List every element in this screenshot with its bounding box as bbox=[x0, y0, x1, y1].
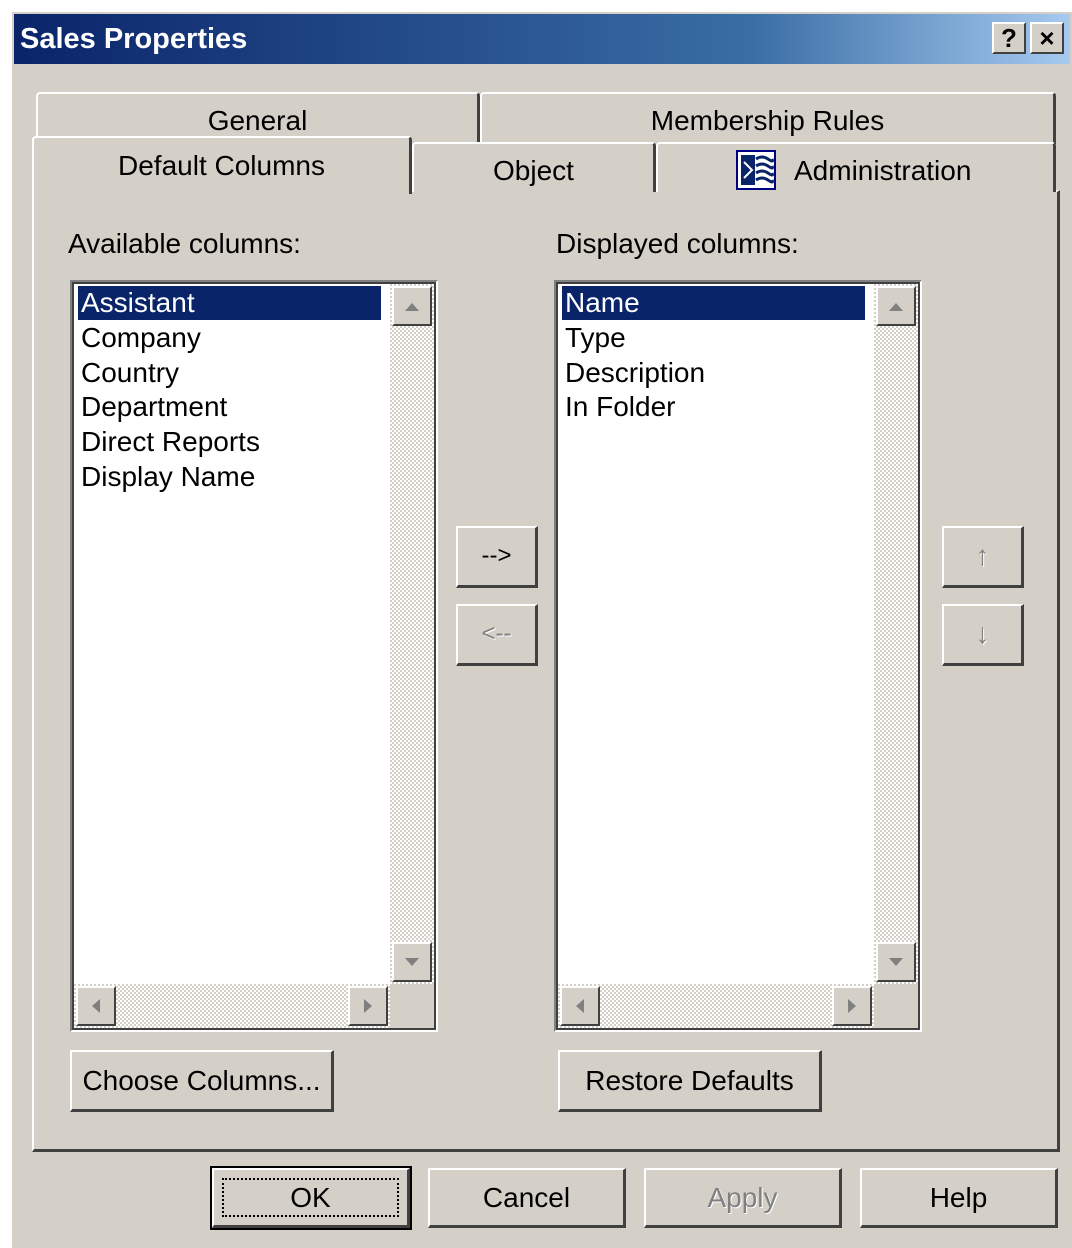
vertical-scrollbar[interactable] bbox=[390, 284, 434, 984]
ok-button[interactable]: OK bbox=[210, 1166, 412, 1230]
list-item[interactable]: Display Name bbox=[78, 460, 255, 494]
arrow-up-icon: ↑ bbox=[975, 540, 990, 571]
scroll-down-button[interactable] bbox=[876, 942, 916, 982]
available-columns-list[interactable]: Assistant Company Country Department Dir… bbox=[70, 280, 438, 1032]
list-item[interactable]: Company bbox=[78, 321, 201, 355]
list-item[interactable]: Assistant bbox=[78, 286, 381, 320]
tab-default-columns[interactable]: Default Columns bbox=[32, 136, 412, 194]
list-item[interactable]: Department bbox=[78, 390, 227, 424]
scroll-left-button[interactable] bbox=[76, 986, 116, 1026]
triangle-left-icon bbox=[576, 999, 584, 1013]
administration-icon bbox=[736, 150, 776, 190]
available-columns-label: Available columns: bbox=[68, 228, 301, 259]
triangle-up-icon bbox=[889, 303, 903, 311]
scroll-up-button[interactable] bbox=[876, 286, 916, 326]
scroll-up-button[interactable] bbox=[392, 286, 432, 326]
triangle-up-icon bbox=[405, 303, 419, 311]
add-column-button[interactable]: --> bbox=[456, 526, 538, 588]
list-item[interactable]: Country bbox=[78, 356, 179, 390]
tab-label: Default Columns bbox=[118, 150, 325, 181]
list-item[interactable]: In Folder bbox=[562, 390, 676, 424]
help-title-button[interactable]: ? bbox=[992, 22, 1026, 54]
title-bar[interactable]: Sales Properties ? × bbox=[14, 14, 1070, 64]
scroll-right-button[interactable] bbox=[348, 986, 388, 1026]
remove-column-button[interactable]: <-- bbox=[456, 604, 538, 666]
help-button[interactable]: Help bbox=[860, 1168, 1058, 1228]
close-button[interactable]: × bbox=[1030, 22, 1064, 54]
tab-label: Object bbox=[493, 155, 574, 186]
tab-label: Membership Rules bbox=[650, 105, 885, 136]
tab-object[interactable]: Object bbox=[412, 142, 656, 192]
scrollbar-corner bbox=[390, 984, 434, 1028]
triangle-down-icon bbox=[405, 958, 419, 966]
arrow-down-icon: ↓ bbox=[975, 618, 990, 649]
triangle-right-icon bbox=[364, 999, 372, 1013]
vertical-scrollbar[interactable] bbox=[874, 284, 918, 984]
tab-label: General bbox=[207, 105, 308, 136]
displayed-columns-list[interactable]: Name Type Description In Folder bbox=[554, 280, 922, 1032]
displayed-columns-label: Displayed columns: bbox=[556, 228, 799, 259]
scroll-left-button[interactable] bbox=[560, 986, 600, 1026]
tab-label: Administration bbox=[794, 155, 972, 186]
restore-defaults-button[interactable]: Restore Defaults bbox=[558, 1050, 822, 1112]
move-up-button[interactable]: ↑ bbox=[942, 526, 1024, 588]
list-item[interactable]: Description bbox=[562, 356, 705, 390]
horizontal-scrollbar[interactable] bbox=[74, 984, 390, 1028]
move-down-button[interactable]: ↓ bbox=[942, 604, 1024, 666]
triangle-left-icon bbox=[92, 999, 100, 1013]
focus-rectangle bbox=[222, 1178, 399, 1217]
choose-columns-button[interactable]: Choose Columns... bbox=[70, 1050, 334, 1112]
tab-membership-rules[interactable]: Membership Rules bbox=[480, 92, 1056, 144]
list-item[interactable]: Name bbox=[562, 286, 865, 320]
apply-button[interactable]: Apply bbox=[644, 1168, 842, 1228]
window-title: Sales Properties bbox=[20, 23, 248, 55]
tab-administration[interactable]: Administration bbox=[656, 142, 1056, 192]
list-item[interactable]: Type bbox=[562, 321, 626, 355]
triangle-down-icon bbox=[889, 958, 903, 966]
horizontal-scrollbar[interactable] bbox=[558, 984, 874, 1028]
scrollbar-corner bbox=[874, 984, 918, 1028]
list-item[interactable]: Direct Reports bbox=[78, 425, 260, 459]
cancel-button[interactable]: Cancel bbox=[428, 1168, 626, 1228]
triangle-right-icon bbox=[848, 999, 856, 1013]
scroll-down-button[interactable] bbox=[392, 942, 432, 982]
scroll-right-button[interactable] bbox=[832, 986, 872, 1026]
